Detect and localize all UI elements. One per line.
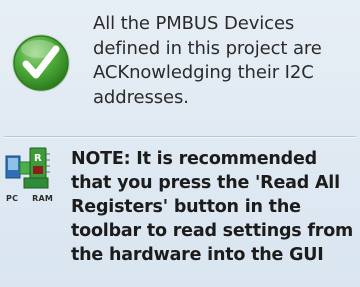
status-message: All the PMBUS Devices defined in this pr… — [93, 13, 322, 108]
status-section: All the PMBUS Devices defined in this pr… — [0, 0, 360, 135]
checkmark-icon — [12, 34, 70, 92]
svg-text:R: R — [34, 153, 42, 164]
pc-ram-caption: PC RAM — [6, 194, 53, 203]
note-section: R PC RAM NOTE: It is recommended that yo… — [0, 138, 360, 287]
note-message: NOTE: It is recommended that you press t… — [71, 149, 354, 265]
section-divider — [4, 136, 356, 137]
ram-label: RAM — [32, 194, 54, 203]
status-panel: All the PMBUS Devices defined in this pr… — [0, 0, 360, 287]
pc-label: PC — [6, 194, 19, 203]
